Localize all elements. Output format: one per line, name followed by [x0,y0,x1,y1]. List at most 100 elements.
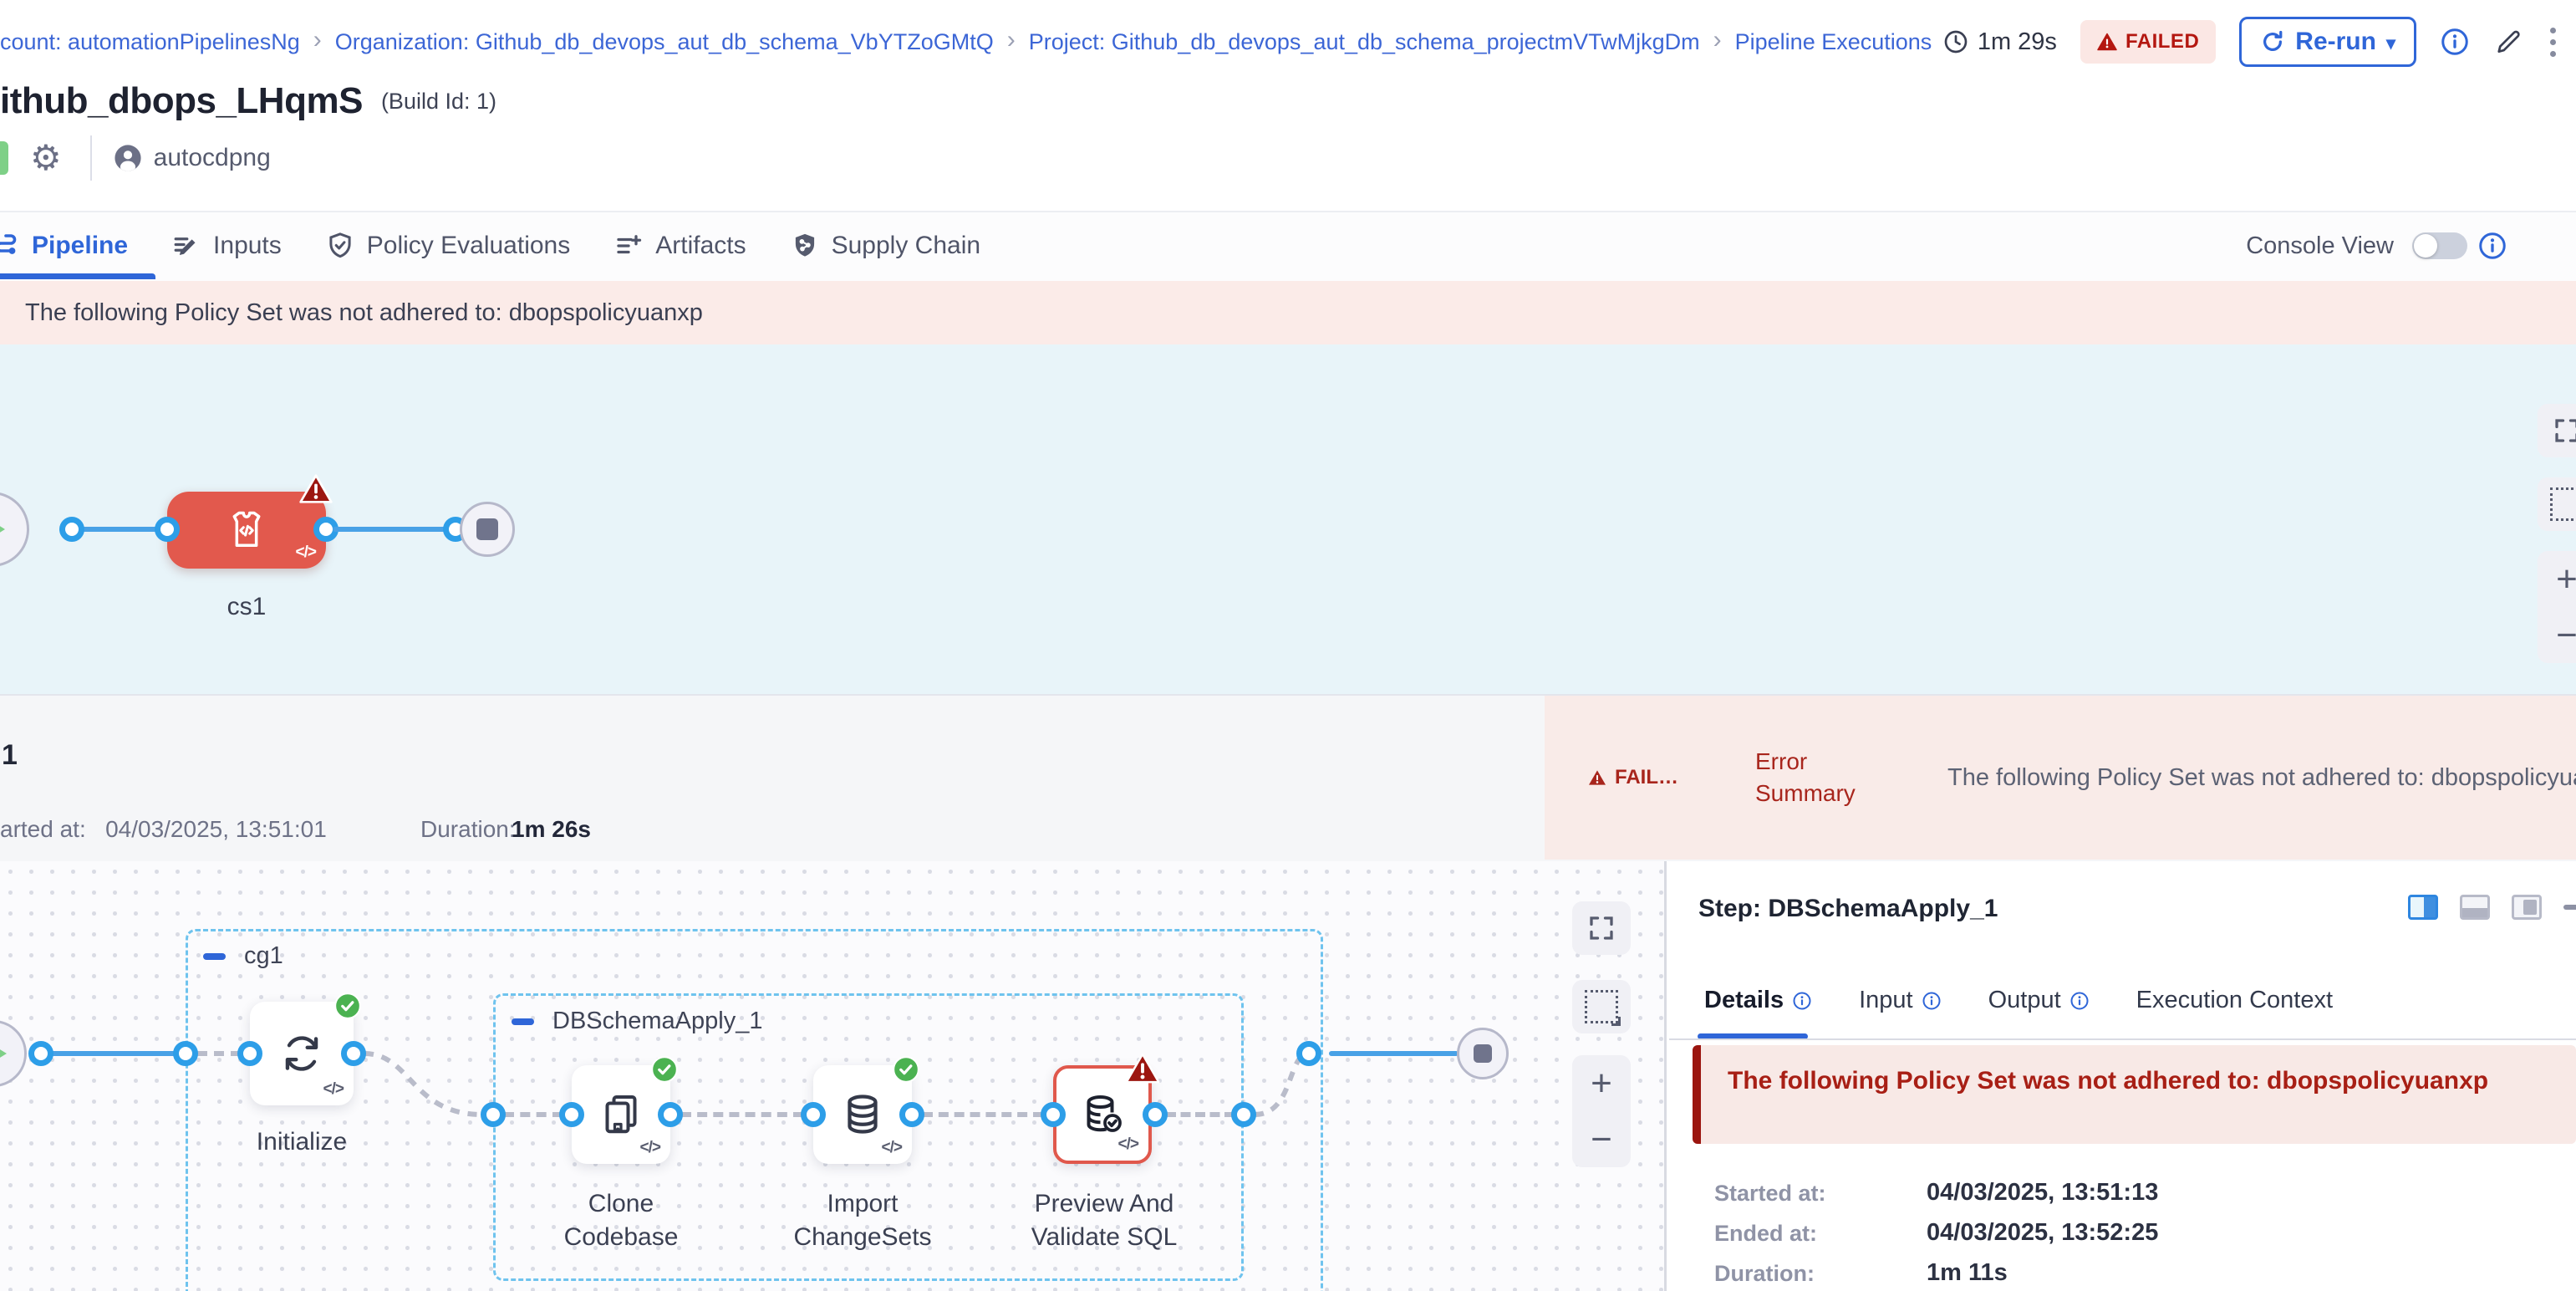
breadcrumb: count: automationPipelinesNg › Organizat… [0,0,1932,84]
info-icon [1922,991,1942,1011]
layout-right-icon[interactable] [2408,895,2438,920]
title-row: ithub_dbops_LHqmS (Build Id: 1) [0,74,496,129]
breadcrumb-organization[interactable]: Organization: Github_db_devops_aut_db_sc… [335,29,994,55]
code-glyph: </> [296,543,316,562]
info-icon [1792,991,1812,1011]
ended-at-label: Ended at: [1714,1221,1817,1247]
step-node-import-changesets[interactable]: </> [813,1065,912,1164]
step-label-initialize[interactable]: Initialize [243,1125,360,1159]
step-node-initialize[interactable]: </> [250,1002,354,1105]
zoom-in-button[interactable]: + [1591,1063,1612,1105]
info-icon[interactable] [2477,231,2507,261]
minimize-panel-icon[interactable] [2563,905,2576,910]
step-graph-canvas[interactable]: cg1 DBSchemaApply_1 [0,861,1667,1291]
custom-stage-icon [223,507,270,554]
zoom-out-button[interactable]: − [1591,1119,1612,1161]
step-node-preview-validate-sql[interactable]: </> [1053,1065,1152,1164]
tab-execution-context-label: Execution Context [2136,987,2333,1014]
tab-artifacts[interactable]: Artifacts [613,231,746,261]
tab-supply-chain[interactable]: Supply Chain [790,231,980,261]
list-plus-icon [613,231,644,261]
stage-error-summary: FAIL… Error Summary The following Policy… [1545,696,2576,860]
tab-output[interactable]: Output [1988,987,2090,1014]
tab-details[interactable]: Details [1704,987,1812,1014]
started-at-value: 04/03/2025, 13:51:13 [1927,1179,2158,1207]
divider [90,135,92,181]
tab-output-label: Output [1988,987,2061,1014]
error-summary-label: Error Summary [1755,746,1897,809]
stage-label[interactable]: cs1 [180,590,313,624]
tab-input[interactable]: Input [1859,987,1942,1014]
stepgroup-cg1-label[interactable]: cg1 [244,942,283,970]
database-check-icon [1077,1089,1128,1140]
canvas-controls: + − [2538,404,2576,663]
zoom-out-button[interactable]: − [2556,615,2576,656]
divider [1669,1038,2576,1040]
step-label-preview-validate-sql[interactable]: Preview And Validate SQL [1021,1187,1188,1254]
fullscreen-button[interactable] [1572,901,1631,955]
elapsed-value: 1m 29s [1978,28,2057,56]
top-actions: 1m 29s FAILED Re-run ▾ [1942,0,2559,84]
more-options-icon[interactable] [2547,24,2559,60]
edit-pencil-icon[interactable] [2493,27,2523,57]
stepgroup-cg1-header: cg1 [203,942,283,970]
layout-bottom-icon[interactable] [2460,895,2490,920]
failed-badge-icon [299,473,333,504]
status-strip [0,141,8,175]
zoom-controls: + − [1572,1055,1631,1167]
collapse-icon[interactable] [203,953,226,960]
fullscreen-button[interactable] [2538,404,2576,457]
rerun-button[interactable]: Re-run ▾ [2239,17,2416,67]
tab-inputs[interactable]: Inputs [171,231,282,261]
zoom-controls: + − [2538,551,2576,663]
breadcrumb-account[interactable]: count: automationPipelinesNg [0,29,300,55]
gear-icon[interactable]: ⚙ [30,140,62,176]
started-at-value: 04/03/2025, 13:51:01 [105,816,327,842]
console-view-toggle[interactable] [2412,232,2467,259]
start-node[interactable] [0,492,29,567]
success-badge-icon [650,1055,679,1084]
tab-artifacts-label: Artifacts [655,232,746,260]
stage-name: 1 [2,739,18,772]
stepgroup-dbschemaapply-label[interactable]: DBSchemaApply_1 [552,1008,762,1035]
success-badge-icon [333,992,362,1020]
step-node-clone-codebase[interactable]: </> [572,1065,670,1164]
selection-mode-button[interactable] [1572,980,1631,1033]
end-node[interactable] [460,502,515,557]
step-panel-title: Step: DBSchemaApply_1 [1698,895,1998,923]
step-details-panel: Step: DBSchemaApply_1 Details Input Outp… [1669,861,2576,1291]
step-label-import-changesets[interactable]: Import ChangeSets [771,1187,955,1254]
duration-label: Duration: [420,816,516,843]
fail-badge: FAIL… [1588,766,1678,789]
selection-mode-button[interactable] [2538,477,2576,531]
elapsed-time: 1m 29s [1942,28,2057,56]
info-icon[interactable] [2440,27,2470,57]
code-glyph: </> [882,1139,902,1157]
collapse-icon[interactable] [512,1018,534,1025]
breadcrumb-pipeline-executions[interactable]: Pipeline Executions [1735,29,1932,55]
breadcrumb-project[interactable]: Project: Github_db_devops_aut_db_schema_… [1029,29,1700,55]
stepgroup-dbschemaapply-header: DBSchemaApply_1 [512,1008,762,1035]
tab-pipeline-label: Pipeline [32,232,128,260]
inputs-icon [171,231,201,261]
breadcrumb-separator: › [1007,26,1016,54]
zoom-in-button[interactable]: + [2556,559,2576,600]
tab-policy-evaluations[interactable]: Policy Evaluations [325,231,570,261]
shield-check-icon [325,231,355,261]
tab-bar: Pipeline Inputs Policy Evaluations Artif… [0,211,2576,283]
stage-graph-canvas[interactable]: </> cs1 + − [0,344,2576,694]
tab-execution-context[interactable]: Execution Context [2136,987,2333,1014]
layout-floating-icon[interactable] [2512,895,2542,920]
top-bar: count: automationPipelinesNg › Organizat… [0,0,2576,84]
stop-icon [476,518,498,540]
code-glyph: </> [323,1080,344,1099]
success-badge-icon [892,1055,920,1084]
end-node[interactable] [1457,1028,1509,1079]
step-label-clone-codebase[interactable]: Clone Codebase [546,1187,696,1254]
step-panel-tabs: Details Input Output Execution Context [1704,987,2333,1014]
breadcrumb-separator: › [1713,26,1722,54]
tab-pipeline[interactable]: Pipeline [0,231,128,261]
policy-banner-text: The following Policy Set was not adhered… [25,299,703,327]
warning-icon [1588,769,1606,786]
stage-node-cs1[interactable]: </> [167,492,326,569]
